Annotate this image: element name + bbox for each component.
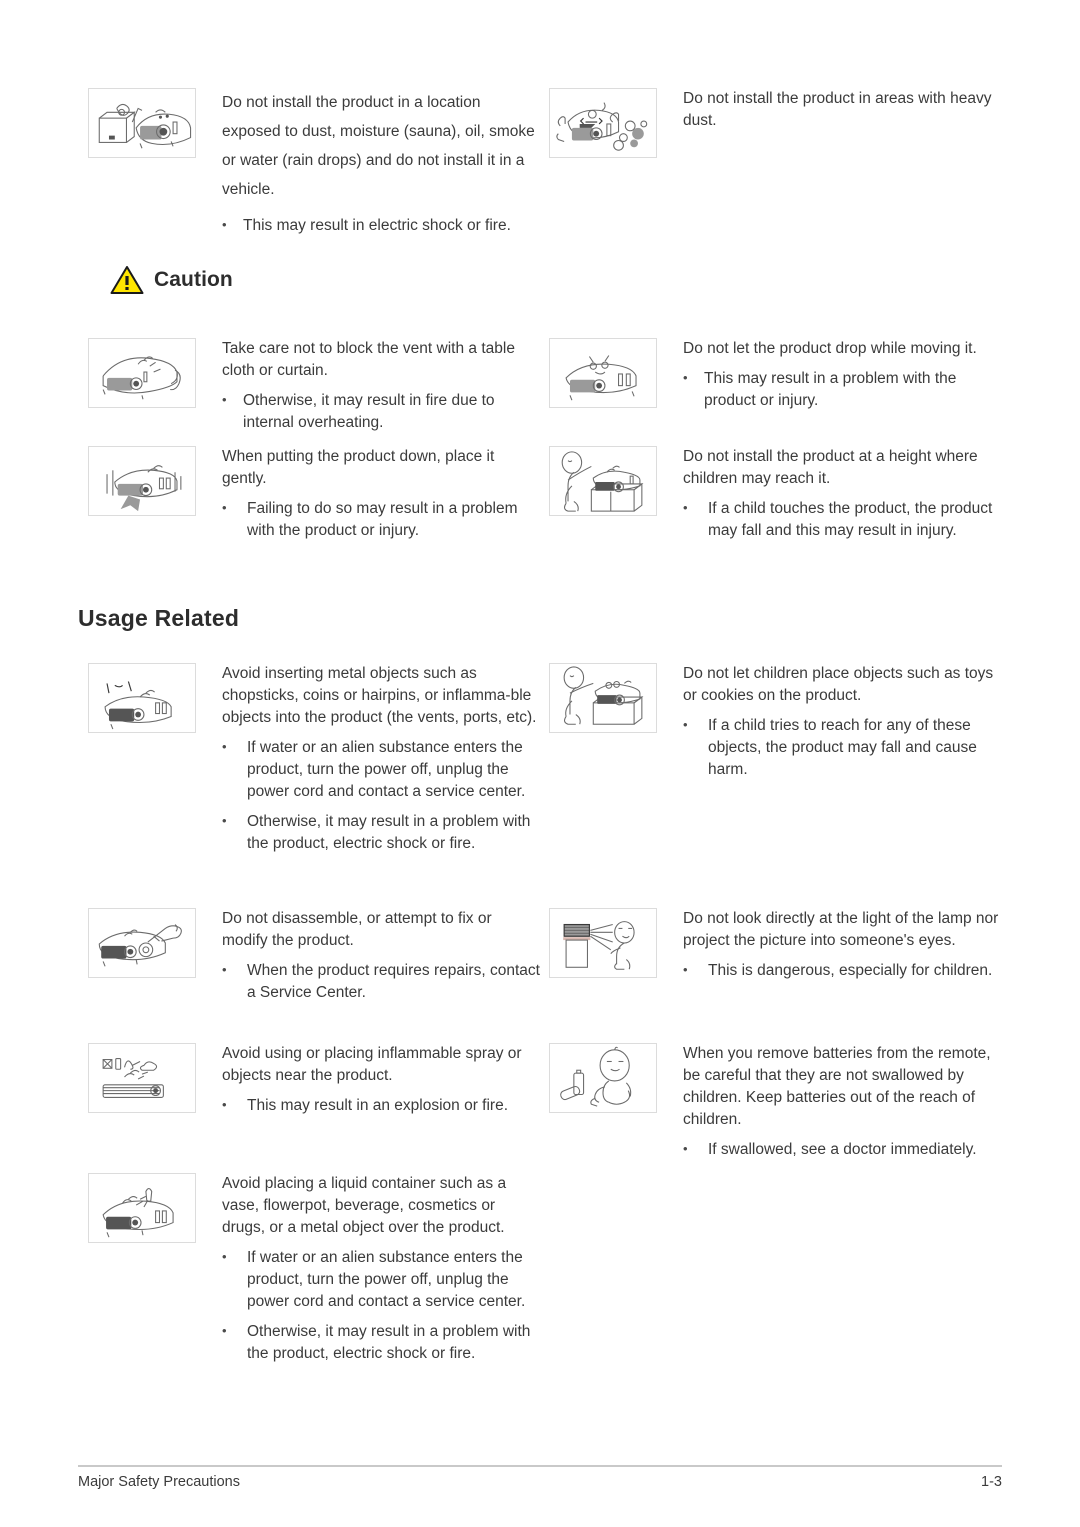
caution-heading-label: Caution — [154, 268, 233, 291]
safety-item-bullets: When the product requires repairs, conta… — [222, 959, 540, 1004]
safety-item-disassemble: Do not disassemble, or attempt to fix or… — [88, 908, 540, 1004]
liquid-container-on-projector-icon — [88, 1173, 196, 1243]
safety-item-bullets: If water or an alien substance enters th… — [222, 736, 540, 855]
bullet-item: Otherwise, it may result in a problem wi… — [222, 810, 540, 855]
projector-heavy-dust-icon — [549, 88, 657, 158]
safety-item-batteries: When you remove batteries from the remot… — [549, 1043, 1004, 1161]
safety-item-bullets: Otherwise, it may result in fire due to … — [222, 389, 540, 434]
safety-item-liquid-container: Avoid placing a liquid container such as… — [88, 1173, 540, 1365]
bullet-item: If water or an alien substance enters th… — [222, 1246, 540, 1313]
footer-page-number: 1-3 — [981, 1474, 1002, 1490]
safety-item-bullets: If a child touches the product, the prod… — [683, 497, 1004, 542]
projector-covered-cloth-icon — [88, 338, 196, 408]
warning-triangle-icon — [110, 265, 144, 295]
safety-item-bullets: This may result in a problem with the pr… — [683, 367, 1004, 412]
safety-item-children-objects: Do not let children place objects such a… — [549, 663, 1004, 781]
safety-item-bullets: This may result in electric shock or fir… — [222, 214, 540, 237]
safety-item-text: Do not install the product in areas with… — [683, 90, 992, 129]
safety-item-block-vent: Take care not to block the vent with a t… — [88, 338, 540, 434]
bullet-item: If water or an alien substance enters th… — [222, 736, 540, 803]
bullet-item: Failing to do so may result in a problem… — [222, 497, 540, 542]
safety-item-bullets: This may result in an explosion or fire. — [222, 1094, 540, 1117]
safety-item-bullets: If water or an alien substance enters th… — [222, 1246, 540, 1365]
safety-item-text: Do not let children place objects such a… — [683, 665, 994, 704]
bullet-item: Otherwise, it may result in fire due to … — [222, 389, 540, 434]
safety-item-text: Do not disassemble, or attempt to fix or… — [222, 910, 492, 949]
footer-chapter-title: Major Safety Precautions — [78, 1474, 240, 1490]
projector-drop-icon — [549, 338, 657, 408]
safety-item-height-children: Do not install the product at a height w… — [549, 446, 1004, 542]
safety-item-text: Avoid inserting metal objects such as ch… — [222, 665, 537, 726]
child-reaching-projector-icon — [549, 446, 657, 516]
caution-heading: Caution — [110, 265, 233, 295]
safety-item-text: Avoid placing a liquid container such as… — [222, 1175, 507, 1236]
safety-item-bullets: If a child tries to reach for any of the… — [683, 714, 1004, 781]
bullet-item: This may result in an explosion or fire. — [222, 1094, 540, 1117]
safety-item-heavy-dust: Do not install the product in areas with… — [549, 88, 1004, 158]
safety-item-install-location: Do not install the product in a location… — [88, 88, 540, 237]
safety-item-text: Take care not to block the vent with a t… — [222, 340, 515, 379]
footer-divider — [78, 1465, 1002, 1467]
bullet-item: This may result in electric shock or fir… — [222, 214, 540, 237]
safety-item-text: When putting the product down, place it … — [222, 448, 495, 487]
bullet-item: When the product requires repairs, conta… — [222, 959, 540, 1004]
bullet-item: If swallowed, see a doctor immediately. — [683, 1138, 1004, 1161]
safety-item-text: Do not install the product in a location… — [222, 94, 535, 198]
safety-item-text: Do not look directly at the light of the… — [683, 910, 999, 949]
safety-item-metal-objects: Avoid inserting metal objects such as ch… — [88, 663, 540, 855]
safety-item-put-down-gently: When putting the product down, place it … — [88, 446, 540, 542]
safety-item-drop-moving: Do not let the product drop while moving… — [549, 338, 1004, 412]
safety-item-inflammable-spray: Avoid using or placing inflammable spray… — [88, 1043, 540, 1117]
child-swallowing-battery-icon — [549, 1043, 657, 1113]
inflammable-spray-icon — [88, 1043, 196, 1113]
safety-item-text: When you remove batteries from the remot… — [683, 1045, 991, 1128]
safety-item-lamp-light: Do not look directly at the light of the… — [549, 908, 1004, 982]
projector-dust-moisture-icon — [88, 88, 196, 158]
bullet-item: If a child tries to reach for any of the… — [683, 714, 1004, 781]
safety-item-text: Do not let the product drop while moving… — [683, 340, 977, 357]
lamp-light-into-eyes-icon — [549, 908, 657, 978]
projector-place-gently-icon — [88, 446, 196, 516]
bullet-item: This may result in a problem with the pr… — [683, 367, 1004, 412]
safety-item-bullets: Failing to do so may result in a problem… — [222, 497, 540, 542]
metal-objects-into-projector-icon — [88, 663, 196, 733]
safety-item-bullets: This is dangerous, especially for childr… — [683, 959, 1004, 982]
document-page: Do not install the product in a location… — [0, 0, 1080, 1527]
bullet-item: If a child touches the product, the prod… — [683, 497, 1004, 542]
projector-disassemble-icon — [88, 908, 196, 978]
safety-item-text: Do not install the product at a height w… — [683, 448, 978, 487]
bullet-item: This is dangerous, especially for childr… — [683, 959, 1004, 982]
bullet-item: Otherwise, it may result in a problem wi… — [222, 1320, 540, 1365]
child-placing-objects-icon — [549, 663, 657, 733]
section-heading-usage-related: Usage Related — [78, 605, 240, 631]
safety-item-text: Avoid using or placing inflammable spray… — [222, 1045, 522, 1084]
page-footer: Major Safety Precautions 1-3 — [78, 1474, 1002, 1490]
safety-item-bullets: If swallowed, see a doctor immediately. — [683, 1138, 1004, 1161]
